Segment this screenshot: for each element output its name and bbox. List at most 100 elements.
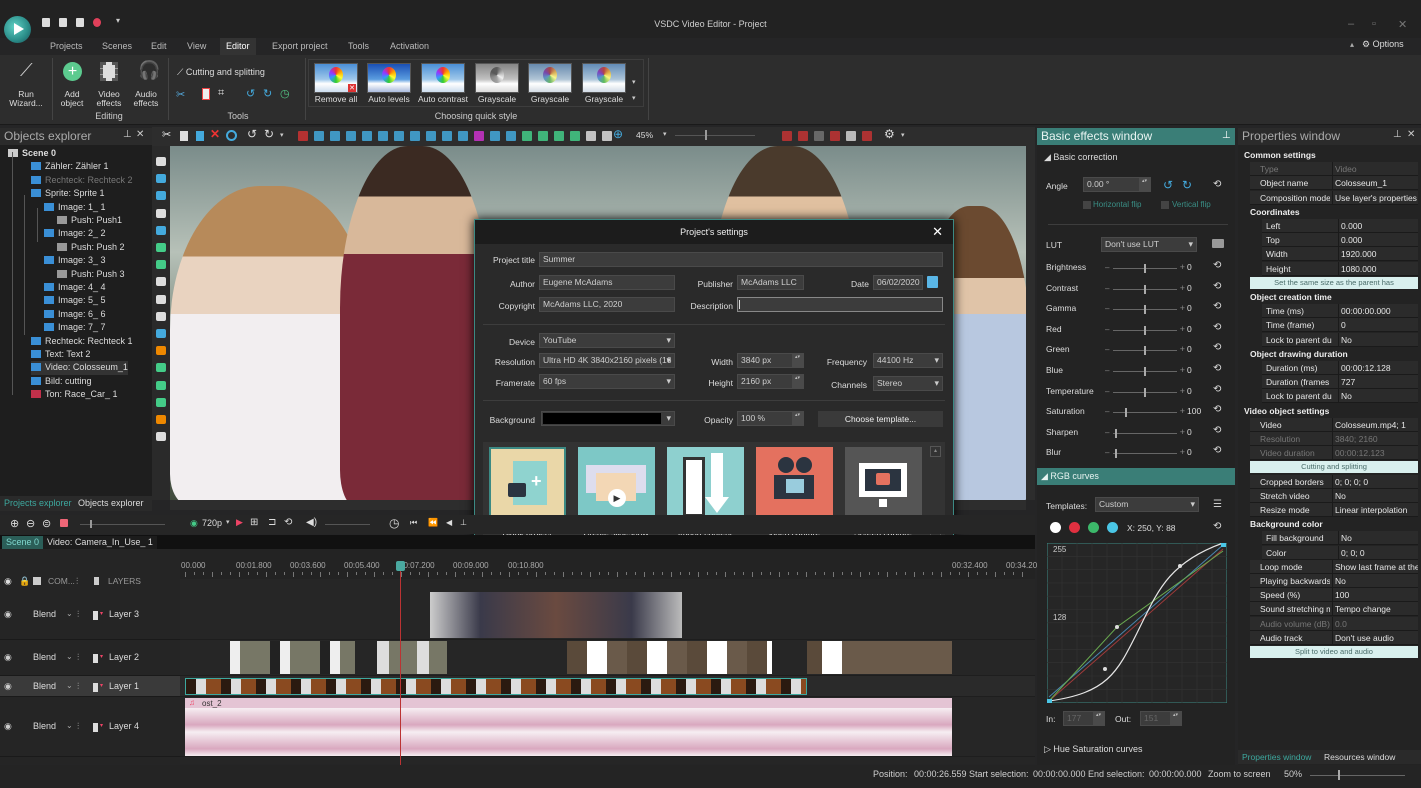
preview-scrollbar[interactable] [1026,146,1035,500]
tree-item[interactable]: Sprite: Sprite 1 [31,187,105,200]
slider-minus-icon[interactable]: – [1105,325,1109,334]
zoom-level-dropdown[interactable]: 45% [636,130,653,140]
layer-row[interactable] [0,676,180,697]
copy-icon[interactable] [180,131,188,141]
tree-item[interactable]: Image: 6_ 6 [44,308,106,321]
video-clip-layer2[interactable] [567,641,772,674]
video-clip-layer2[interactable] [377,641,447,674]
zoom-out-icon[interactable]: ⊖ [26,517,35,530]
slider-plus-icon[interactable]: + [1180,303,1185,313]
tree-item[interactable]: Rechteck: Rechteck 2 [31,174,133,187]
slider-knob[interactable] [1114,449,1117,459]
property-row[interactable]: Type Video [1250,162,1418,177]
reset-effect-icon[interactable]: ⟲ [1213,425,1221,436]
cut-icon[interactable]: ✂ [162,128,171,141]
effect-slider[interactable]: – + [1105,303,1185,315]
volume-slider[interactable] [325,524,370,525]
undo-icon[interactable]: ↺ [247,127,257,141]
slider-knob[interactable] [1144,284,1146,294]
settings-gear-icon[interactable]: ⚙ [884,127,895,141]
toolbar-tool-icon[interactable] [298,131,308,141]
effect-slider[interactable]: – + [1105,427,1185,438]
author-input[interactable]: Eugene McAdams [539,275,675,290]
tree-item[interactable]: Image: 3_ 3 [44,254,106,267]
slider-minus-icon[interactable]: – [1105,407,1109,416]
slider-plus-icon[interactable]: + [1180,283,1185,293]
blend-dropdown-icon[interactable]: ⌄ [66,609,73,618]
property-row[interactable]: Height 1080.000 [1262,261,1418,276]
layer-color-dropdown-icon[interactable]: ▾ [100,722,103,729]
tree-item[interactable]: Text: Text 2 [31,348,90,361]
clock-icon[interactable]: ◷ [389,516,399,530]
zoom-dropdown-icon[interactable]: ▾ [663,130,667,138]
property-row[interactable]: Audio volume (dB) 0.0 [1250,616,1418,631]
align-tool-icon[interactable] [846,131,856,141]
zoom-slider[interactable] [675,135,755,136]
quick-style-remove-all[interactable]: ✕ [314,63,358,93]
rgb-curves-section[interactable]: ◢ RGB curves [1037,468,1235,485]
slider-knob[interactable] [1144,346,1146,356]
audio-wave-icon[interactable]: ⫶ [77,652,79,663]
tree-item[interactable]: Push: Push1 [57,214,122,227]
copyright-input[interactable]: McAdams LLC, 2020 [539,297,675,312]
folder-icon[interactable] [1212,239,1224,248]
audio-effects-button[interactable]: Audio effects [128,90,164,108]
toolbar-tool-icon[interactable] [538,131,548,141]
quality-dropdown[interactable]: 720p [202,518,222,528]
reset-effect-icon[interactable]: ⟲ [1213,322,1221,333]
tree-item[interactable]: Push: Push 3 [57,268,125,281]
property-section[interactable]: Object creation time [1250,290,1332,304]
toolbar-tool-icon[interactable] [586,131,596,141]
align-tool-icon[interactable] [830,131,840,141]
quick-style-grayscale-1[interactable] [475,63,519,93]
property-section[interactable]: Video object settings [1244,404,1329,418]
pin-icon[interactable]: ⊥ [1393,129,1402,140]
pointer-icon[interactable] [156,157,166,166]
in-input[interactable]: 177 [1063,711,1105,726]
audio-clip-header[interactable] [185,698,952,708]
slider-minus-icon[interactable]: – [1105,345,1109,354]
tab-editor[interactable]: Editor [220,38,256,55]
slider-minus-icon[interactable]: – [1105,366,1109,375]
move-icon[interactable] [156,432,166,442]
layer-row[interactable] [0,640,180,676]
fit-width-icon[interactable]: ⊞ [250,517,258,528]
audio-wave-icon[interactable]: ⫶ [77,721,79,732]
layer-color-icon[interactable] [93,723,98,732]
curve-endpoint[interactable] [1221,543,1226,547]
tab-scene-0[interactable]: Scene 0 [2,536,44,549]
reset-effect-icon[interactable]: ⟲ [1213,363,1221,374]
template-screen-capture[interactable] [845,447,922,524]
property-row[interactable]: Loop mode Show last frame at the [1250,559,1418,574]
visibility-eye-icon[interactable]: ◉ [4,721,12,732]
zoom-slider-knob[interactable] [705,130,707,140]
chart-icon[interactable] [156,329,166,338]
rotate-left-90-icon[interactable]: ↺ [1163,178,1173,192]
layer-row[interactable] [0,590,180,640]
quick-style-grayscale-3[interactable] [582,63,626,93]
white-channel-button[interactable] [1050,522,1061,533]
publisher-input[interactable]: McAdams LLC [737,275,804,290]
video-clip-layer3[interactable] [430,592,682,638]
slider-plus-icon[interactable]: + [1180,447,1185,457]
layer-color-dropdown-icon[interactable]: ▾ [100,653,103,660]
play-icon[interactable]: ▶ [236,517,243,528]
tab-objects-explorer[interactable]: Objects explorer [78,498,144,508]
volume-icon[interactable]: ◀) [306,517,317,528]
cutting-splitting-button[interactable]: ⟋ Cutting and splitting [177,67,265,78]
speed-icon[interactable]: ◷ [280,87,290,100]
tree-item[interactable]: Image: 4_ 4 [44,281,106,294]
blend-dropdown-icon[interactable]: ⌄ [66,721,73,730]
settings-dropdown-icon[interactable]: ▾ [901,131,905,139]
tab-export-project[interactable]: Export project [266,38,334,55]
close-window-button[interactable]: ✕ [1398,18,1407,31]
curve-endpoint[interactable] [1047,699,1052,703]
quick-style-auto-levels[interactable] [367,63,411,93]
tab-edit[interactable]: Edit [145,38,173,55]
slider-minus-icon[interactable]: – [1105,263,1109,272]
device-select[interactable]: YouTube [539,333,675,348]
marker-icon[interactable]: ⊐ [268,517,276,528]
options-button[interactable]: ⚙ Options [1362,39,1404,50]
freeform-icon[interactable] [156,260,166,270]
date-input[interactable]: 06/02/2020 [873,275,923,290]
